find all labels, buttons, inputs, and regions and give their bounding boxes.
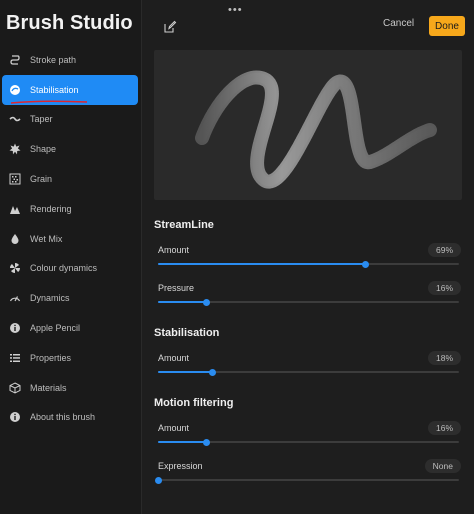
sidebar-item-apple-pencil[interactable]: Apple Pencil (0, 313, 142, 343)
sidebar-item-label: Materials (30, 382, 67, 393)
edit-icon[interactable] (163, 20, 177, 34)
sidebar: Brush Studio Stroke path Stabilisation T… (0, 0, 142, 514)
properties-icon (8, 351, 22, 365)
apple-pencil-icon (8, 321, 22, 335)
slider-knob[interactable] (202, 438, 210, 446)
sidebar-nav: Stroke path Stabilisation Taper Shape Gr… (0, 45, 142, 432)
dynamics-icon (8, 291, 22, 305)
sidebar-item-label: Apple Pencil (30, 323, 81, 334)
grain-icon (8, 172, 22, 186)
slider-fill (158, 371, 213, 373)
sidebar-item-rendering[interactable]: Rendering (0, 194, 142, 224)
brush-stroke-preview (195, 70, 437, 189)
sidebar-item-label: About this brush (30, 412, 96, 423)
sidebar-item-label: Rendering (30, 203, 72, 214)
motion-filtering-title: Motion filtering (154, 397, 234, 409)
app-title: Brush Studio (6, 12, 133, 34)
streamline-pressure-label: Pressure (158, 283, 195, 293)
done-button[interactable]: Done (429, 16, 465, 36)
streamline-amount-value: 69% (427, 243, 461, 257)
sidebar-item-label: Taper (30, 114, 53, 125)
sidebar-item-properties[interactable]: Properties (0, 343, 142, 373)
sidebar-item-label: Colour dynamics (30, 263, 98, 274)
motion-filtering-expression-label: Expression (158, 461, 203, 471)
stabilisation-amount-slider[interactable] (158, 368, 459, 376)
streamline-pressure-slider[interactable] (158, 298, 459, 306)
sidebar-item-colour-dynamics[interactable]: Colour dynamics (0, 254, 142, 284)
brush-preview[interactable] (154, 50, 462, 200)
slider-knob[interactable] (208, 368, 216, 376)
motion-filtering-expression-slider[interactable] (154, 476, 459, 484)
slider-knob[interactable] (154, 476, 162, 484)
streamline-title: StreamLine (154, 219, 214, 231)
drag-handle[interactable]: ••• (228, 4, 243, 16)
wet-mix-icon (8, 232, 22, 246)
sidebar-item-grain[interactable]: Grain (0, 164, 142, 194)
streamline-pressure-value: 16% (427, 281, 461, 295)
sidebar-item-label: Stroke path (30, 54, 77, 65)
streamline-amount-slider[interactable] (158, 260, 459, 268)
sidebar-item-label: Dynamics (30, 293, 70, 304)
slider-fill (158, 263, 366, 265)
sidebar-item-label: Properties (30, 352, 72, 363)
stabilisation-amount-value: 18% (427, 351, 461, 365)
stroke-path-icon (8, 53, 22, 67)
stabilisation-title: Stabilisation (154, 327, 220, 339)
sidebar-item-stroke-path[interactable]: Stroke path (0, 45, 142, 75)
sidebar-item-taper[interactable]: Taper (0, 105, 142, 135)
motion-filtering-amount-slider[interactable] (158, 438, 459, 446)
motion-filtering-expression-value: None (424, 459, 461, 473)
sidebar-item-dynamics[interactable]: Dynamics (0, 283, 142, 313)
sidebar-item-label: Grain (30, 174, 53, 185)
materials-icon (8, 381, 22, 395)
motion-filtering-amount-label: Amount (158, 423, 190, 433)
slider-knob[interactable] (202, 298, 210, 306)
sidebar-item-wet-mix[interactable]: Wet Mix (0, 224, 142, 254)
stabilisation-amount-label: Amount (158, 353, 190, 363)
rendering-icon (8, 202, 22, 216)
shape-icon (8, 142, 22, 156)
sidebar-item-shape[interactable]: Shape (0, 134, 142, 164)
streamline-amount-label: Amount (158, 245, 190, 255)
slider-fill (158, 441, 207, 443)
main-panel: ••• Cancel Done StreamLine Amount 69% Pr… (143, 0, 474, 514)
slider-knob[interactable] (362, 260, 370, 268)
motion-filtering-amount-value: 16% (427, 421, 461, 435)
sidebar-item-stabilisation[interactable]: Stabilisation (2, 74, 138, 105)
sidebar-item-materials[interactable]: Materials (0, 373, 142, 403)
sidebar-item-label: Shape (30, 144, 57, 155)
cancel-button[interactable]: Cancel (383, 18, 414, 29)
taper-icon (8, 112, 22, 126)
slider-fill (158, 301, 207, 303)
sidebar-item-label: Wet Mix (30, 233, 63, 244)
sidebar-item-label: Stabilisation (30, 84, 79, 95)
info-icon (8, 410, 22, 424)
sidebar-item-about[interactable]: About this brush (0, 403, 142, 433)
stabilisation-icon (8, 83, 22, 97)
colour-dynamics-icon (8, 261, 22, 275)
